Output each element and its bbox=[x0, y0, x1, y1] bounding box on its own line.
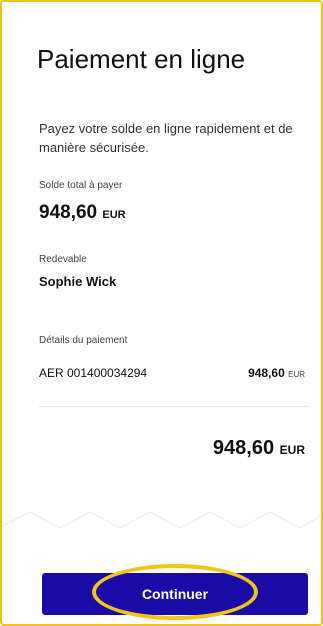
payer-name: Sophie Wick bbox=[39, 274, 117, 289]
payment-line-currency: EUR bbox=[288, 370, 305, 379]
payer-label: Redevable bbox=[39, 254, 87, 265]
page-title: Paiement en ligne bbox=[37, 44, 246, 74]
total-amount-value: 948,60 bbox=[212, 437, 275, 459]
details-label: Détails du paiement bbox=[39, 335, 128, 346]
balance-amount: 948,60 EUR bbox=[39, 202, 126, 224]
balance-amount-value: 948,60 bbox=[39, 202, 98, 223]
intro-text: Payez votre solde en ligne rapidement et… bbox=[39, 121, 293, 155]
balance-currency: EUR bbox=[102, 209, 126, 221]
balance-label: Solde total à payer bbox=[39, 180, 123, 191]
payment-reference: AER 001400034294 bbox=[39, 366, 148, 380]
divider bbox=[39, 406, 309, 407]
payment-line-amount: 948,60 EUR bbox=[248, 366, 305, 380]
receipt-torn-edge bbox=[2, 511, 321, 529]
total-currency: EUR bbox=[279, 443, 305, 457]
payment-line-amount-value: 948,60 bbox=[248, 366, 285, 380]
continue-button[interactable]: Continuer bbox=[42, 573, 308, 615]
total-amount: 948,60 EUR bbox=[213, 437, 305, 460]
payment-card: Paiement en ligne Payez votre solde en l… bbox=[0, 0, 323, 626]
